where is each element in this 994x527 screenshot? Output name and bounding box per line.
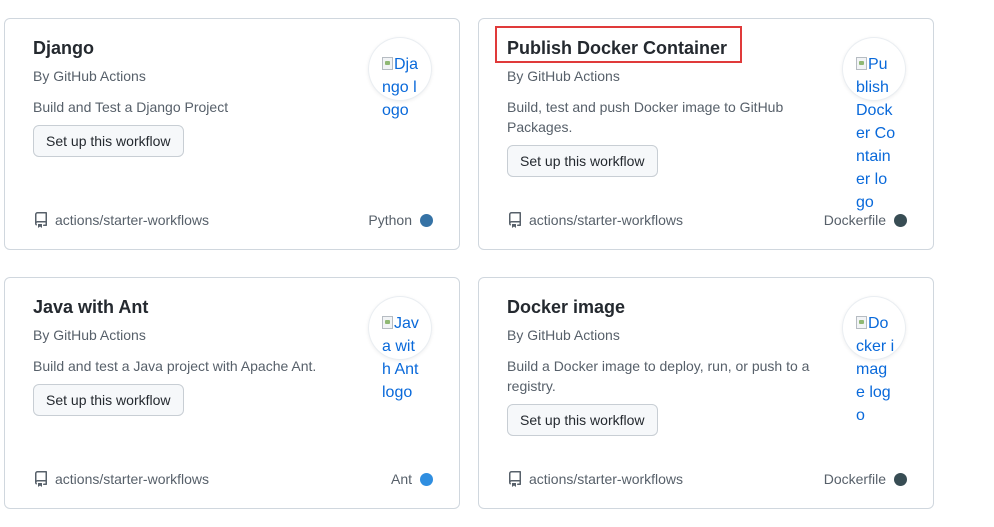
repo-name: actions/starter-workflows: [529, 212, 684, 228]
language-label: Ant: [390, 471, 412, 487]
card-description: Build, test and push Docker image to Git…: [507, 99, 784, 135]
publish-docker-logo-broken-image: Publish Docker Container logo: [856, 56, 896, 211]
repo-name: actions/starter-workflows: [529, 471, 684, 487]
card-title[interactable]: Docker image: [507, 297, 625, 318]
workflow-card-docker-image: Docker image By GitHub Actions Build a D…: [478, 277, 934, 509]
repo-icon: [34, 471, 47, 487]
card-title[interactable]: Java with Ant: [33, 297, 148, 318]
setup-workflow-button[interactable]: Set up this workflow: [507, 404, 658, 436]
highlight-box: [495, 26, 742, 63]
card-description: Build and test a Java project with Apach…: [33, 358, 317, 374]
broken-image-icon: [856, 57, 867, 70]
repo-name: actions/starter-workflows: [55, 471, 210, 487]
repo-icon: [509, 212, 521, 228]
card-author: By GitHub Actions: [33, 327, 146, 343]
java-ant-logo-broken-image: Java with Ant logo: [382, 315, 419, 401]
card-repo[interactable]: actions/starter-workflows: [507, 212, 683, 228]
card-language: Python: [368, 212, 433, 228]
language-label: Dockerfile: [823, 471, 886, 487]
card-repo[interactable]: actions/starter-workflows: [33, 471, 209, 487]
language-color-dot: [894, 213, 907, 227]
card-description: Build and Test a Django Project: [33, 99, 229, 115]
workflow-card-java-with-ant: Java with Ant By GitHub Actions Build an…: [4, 277, 460, 509]
language-color-dot: [894, 472, 907, 486]
language-label: Python: [368, 212, 412, 228]
django-logo-broken-image: Django logo: [382, 56, 419, 119]
broken-image-icon: [856, 316, 867, 329]
broken-image-icon: [382, 316, 393, 329]
card-author: By GitHub Actions: [507, 68, 620, 84]
card-language: Ant: [391, 471, 433, 487]
card-description: Build a Docker image to deploy, run, or …: [507, 358, 810, 394]
repo-icon: [34, 212, 47, 228]
language-label: Dockerfile: [823, 212, 886, 228]
docker-image-logo-broken-image: Docker image logo: [856, 315, 895, 424]
language-color-dot: [420, 472, 433, 486]
card-language: Dockerfile: [824, 212, 907, 228]
language-color-dot: [420, 213, 433, 227]
card-title[interactable]: Django: [33, 38, 94, 59]
repo-name: actions/starter-workflows: [55, 212, 210, 228]
card-repo[interactable]: actions/starter-workflows: [507, 471, 683, 487]
setup-workflow-button[interactable]: Set up this workflow: [33, 125, 184, 157]
setup-workflow-button[interactable]: Set up this workflow: [33, 384, 184, 416]
broken-image-icon: [382, 57, 393, 70]
card-author: By GitHub Actions: [507, 327, 620, 343]
card-repo[interactable]: actions/starter-workflows: [33, 212, 209, 228]
setup-workflow-button[interactable]: Set up this workflow: [507, 145, 658, 177]
repo-icon: [509, 471, 521, 487]
card-author: By GitHub Actions: [33, 68, 146, 84]
card-language: Dockerfile: [824, 471, 907, 487]
workflow-card-django: Django By GitHub Actions Build and Test …: [4, 18, 460, 250]
